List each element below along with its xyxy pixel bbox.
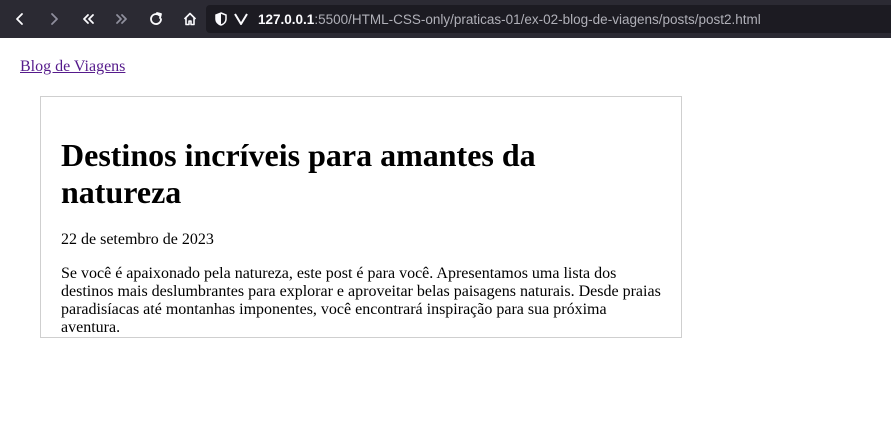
back-button[interactable]: [6, 5, 34, 33]
vue-devtools-icon[interactable]: [232, 10, 250, 28]
page-content: Blog de Viagens Destinos incríveis para …: [0, 38, 891, 447]
rewind-button[interactable]: [74, 5, 102, 33]
post-title: Destinos incríveis para amantes da natur…: [61, 137, 536, 210]
post-card: Destinos incríveis para amantes da natur…: [40, 96, 682, 338]
home-button[interactable]: [176, 5, 204, 33]
double-chevron-left-icon: [83, 14, 94, 24]
post-date: 22 de setembro de 2023: [61, 231, 214, 248]
url-host: 127.0.0.1: [258, 11, 315, 27]
forward-button[interactable]: [40, 5, 68, 33]
arrow-left-icon: [16, 13, 23, 25]
reload-icon: [150, 12, 162, 25]
home-icon: [183, 12, 197, 26]
url-text[interactable]: 127.0.0.1:5500/HTML-CSS-only/praticas-01…: [258, 12, 761, 27]
double-chevron-right-icon: [116, 14, 127, 24]
reload-button[interactable]: [142, 5, 170, 33]
shield-icon[interactable]: [212, 10, 230, 28]
address-bar[interactable]: 127.0.0.1:5500/HTML-CSS-only/praticas-01…: [206, 5, 891, 33]
url-path: :5500/HTML-CSS-only/praticas-01/ex-02-bl…: [314, 11, 761, 27]
post-body: Se você é apaixonado pela natureza, este…: [61, 265, 661, 336]
browser-toolbar: 127.0.0.1:5500/HTML-CSS-only/praticas-01…: [0, 0, 891, 38]
fast-forward-button[interactable]: [108, 5, 136, 33]
blog-home-link[interactable]: Blog de Viagens: [20, 58, 125, 76]
arrow-right-icon: [51, 13, 58, 25]
